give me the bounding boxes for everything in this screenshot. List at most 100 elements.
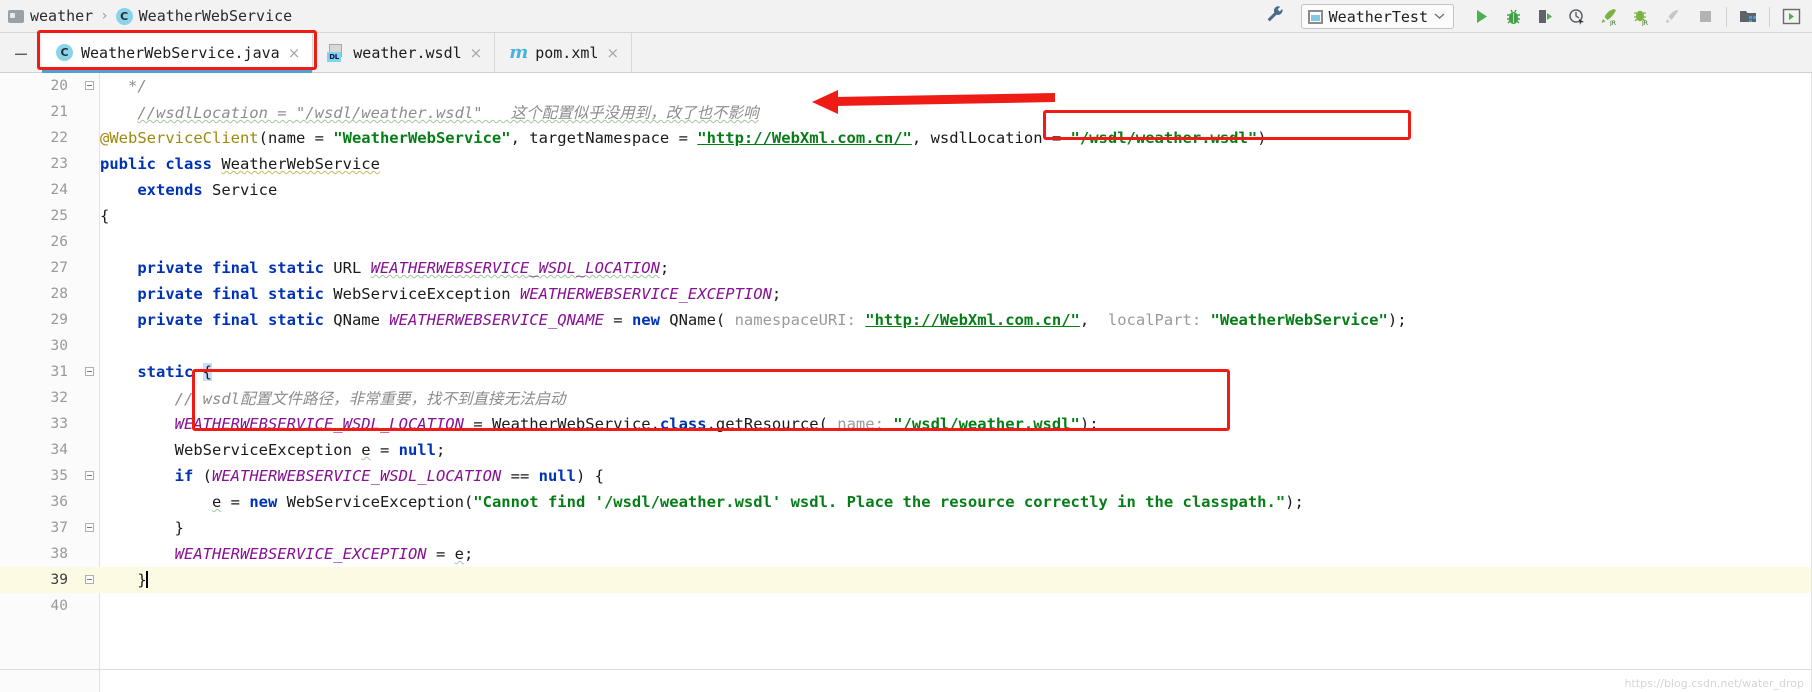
code-line[interactable]: 32 // wsdl配置文件路径，非常重要，找不到直接无法启动: [0, 385, 1812, 411]
code-token: wsdlLocation =: [930, 129, 1071, 147]
run-configuration-selector[interactable]: WeatherTest: [1300, 4, 1454, 29]
tab-weather-wsdl[interactable]: DL weather.wsdl ×: [313, 33, 496, 72]
code-token: WEATHERWEBSERVICE_WSDL_LOCATION: [212, 467, 502, 485]
code-token: WEATHERWEBSERVICE_WSDL_LOCATION: [370, 259, 660, 277]
code-token: public class: [100, 155, 222, 173]
code-line[interactable]: 34 WebServiceException e = null;: [0, 437, 1812, 463]
project-structure-button[interactable]: [1733, 3, 1763, 31]
code-token: WebServiceException: [333, 285, 520, 303]
svg-text:JR: JR: [1641, 20, 1648, 26]
code-line[interactable]: 25 {: [0, 203, 1812, 229]
debug-jrebel-button[interactable]: JR: [1626, 3, 1656, 31]
fold-marker-icon[interactable]: [78, 522, 100, 535]
code-line[interactable]: 30: [0, 333, 1812, 359]
collapse-tabs-button[interactable]: —: [0, 33, 42, 72]
tab-label: pom.xml: [535, 43, 599, 62]
line-number: 36: [50, 494, 68, 510]
code-line[interactable]: 28 private final static WebServiceExcept…: [0, 281, 1812, 307]
code-line[interactable]: 31 static {: [0, 359, 1812, 385]
breadcrumb-item-weatherwebservice[interactable]: C WeatherWebService: [115, 7, 292, 25]
fold-marker-icon[interactable]: [78, 574, 100, 587]
fold-marker-icon[interactable]: [78, 470, 100, 483]
code-token: private final static: [137, 285, 334, 303]
line-number: 32: [50, 390, 68, 406]
breadcrumb-item-weather[interactable]: weather: [8, 7, 93, 25]
line-number: 30: [50, 338, 68, 354]
code-token: ;: [463, 545, 474, 563]
fold-marker-icon[interactable]: [78, 80, 100, 93]
code-token: private final static: [137, 259, 334, 277]
code-text: {: [100, 207, 1812, 225]
line-number: 40: [50, 598, 68, 614]
code-line[interactable]: 23 public class WeatherWebService: [0, 151, 1812, 177]
code-token: ,: [1079, 311, 1108, 329]
code-token: */: [100, 77, 147, 95]
toggle-tool-window-button[interactable]: [1776, 3, 1806, 31]
code-token: ;: [771, 285, 782, 303]
maven-file-icon: m: [509, 42, 529, 63]
code-text: WEATHERWEBSERVICE_WSDL_LOCATION = Weathe…: [100, 415, 1812, 433]
run-button[interactable]: [1466, 3, 1496, 31]
code-token: //wsdlLocation = "/wsdl/weather.wsdl" 这个…: [137, 104, 759, 122]
source-code-area[interactable]: 20 */21 //wsdlLocation = "/wsdl/weather.…: [0, 73, 1812, 692]
close-icon[interactable]: ×: [470, 44, 483, 62]
run-jrebel-button[interactable]: JR: [1594, 3, 1624, 31]
code-text: private final static QName WEATHERWEBSER…: [100, 311, 1812, 329]
code-token: e: [454, 545, 464, 563]
line-number: 20: [50, 78, 68, 94]
line-number: 22: [50, 130, 68, 146]
code-editor[interactable]: 20 */21 //wsdlLocation = "/wsdl/weather.…: [0, 73, 1812, 692]
code-token: );: [1387, 311, 1407, 329]
code-token: "http://WebXml.com.cn/": [865, 311, 1080, 329]
code-line[interactable]: 33 WEATHERWEBSERVICE_WSDL_LOCATION = Wea…: [0, 411, 1812, 437]
code-line[interactable]: 29 private final static QName WEATHERWEB…: [0, 307, 1812, 333]
debug-button[interactable]: [1498, 3, 1528, 31]
close-icon[interactable]: ×: [288, 44, 301, 62]
code-token: e: [211, 493, 222, 511]
wrench-icon[interactable]: [1265, 4, 1285, 29]
toolbar-divider: [1726, 6, 1727, 27]
code-line[interactable]: 39 }: [0, 567, 1812, 593]
code-token: ,: [911, 129, 931, 147]
tab-weatherwebservice-java[interactable]: C WeatherWebService.java ×: [42, 33, 314, 73]
breadcrumb-separator: ›: [100, 8, 109, 24]
code-line[interactable]: 27 private final static URL WEATHERWEBSE…: [0, 255, 1812, 281]
code-text: private final static WebServiceException…: [100, 285, 1812, 303]
code-token: name:: [837, 415, 894, 433]
code-token: e: [361, 441, 371, 459]
code-line[interactable]: 21 //wsdlLocation = "/wsdl/weather.wsdl"…: [0, 99, 1812, 125]
code-token: QName: [333, 311, 390, 329]
profile-button[interactable]: [1562, 3, 1592, 31]
code-token: ;: [659, 259, 670, 277]
code-line[interactable]: 22 @WebServiceClient(name = "WeatherWebSe…: [0, 125, 1812, 151]
line-number: 24: [50, 182, 68, 198]
code-line[interactable]: 20 */: [0, 73, 1812, 99]
code-token: );: [1285, 493, 1304, 511]
code-token: }: [100, 571, 147, 589]
tab-pom-xml[interactable]: m pom.xml ×: [495, 33, 633, 72]
code-line[interactable]: 24 extends Service: [0, 177, 1812, 203]
code-token: localPart:: [1107, 311, 1211, 329]
code-line[interactable]: 35 if (WEATHERWEBSERVICE_WSDL_LOCATION =…: [0, 463, 1812, 489]
code-line[interactable]: 38 WEATHERWEBSERVICE_EXCEPTION = e;: [0, 541, 1812, 567]
run-with-coverage-button[interactable]: [1530, 3, 1560, 31]
code-line[interactable]: 26: [0, 229, 1812, 255]
chevron-down-icon: [1434, 10, 1445, 23]
code-token: extends: [137, 181, 212, 199]
code-token: WebServiceException: [174, 441, 362, 459]
code-token: WebServiceException(: [286, 493, 474, 511]
close-icon[interactable]: ×: [606, 44, 619, 62]
fold-marker-icon[interactable]: [78, 366, 100, 379]
code-line[interactable]: 37 }: [0, 515, 1812, 541]
code-token: WEATHERWEBSERVICE_EXCEPTION: [174, 545, 427, 563]
code-line[interactable]: 36 e = new WebServiceException("Cannot f…: [0, 489, 1812, 515]
code-line[interactable]: 40: [0, 593, 1812, 619]
line-number: 23: [50, 156, 68, 172]
code-token: // wsdl配置文件路径，非常重要，找不到直接无法启动: [174, 390, 566, 408]
java-class-icon: C: [56, 44, 73, 61]
